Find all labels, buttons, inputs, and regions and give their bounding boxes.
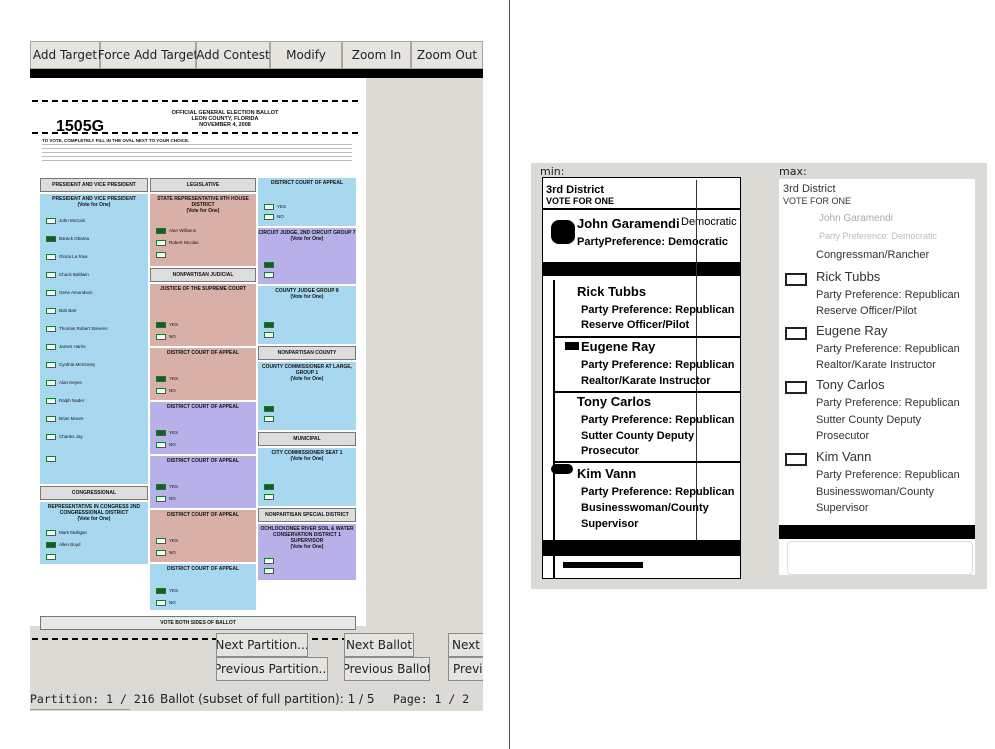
- president-vote-for: (Vote for One): [77, 202, 111, 208]
- no-option[interactable]: NO: [156, 388, 176, 394]
- candidate-row[interactable]: [264, 262, 277, 268]
- candidate-row[interactable]: [264, 416, 277, 422]
- candidate-row[interactable]: Mark Mulligan: [46, 530, 87, 536]
- candidate-row[interactable]: [46, 554, 59, 560]
- yes-option[interactable]: YES: [156, 430, 178, 436]
- no-option[interactable]: NO: [156, 600, 176, 606]
- vote-target: [785, 273, 807, 286]
- circuit-judge-contest: CIRCUIT JUDGE, 2ND CIRCUIT GROUP 7 (Vote…: [258, 228, 356, 284]
- candidate-row[interactable]: James Harris: [46, 344, 86, 350]
- no-option[interactable]: NO: [264, 214, 284, 220]
- candidate-row[interactable]: [264, 558, 277, 564]
- min-image: 3rd District VOTE FOR ONE John Garamendi…: [542, 177, 741, 579]
- candidate-row[interactable]: Chuck Baldwin: [46, 272, 89, 278]
- nonpartisan-county-header: NONPARTISAN COUNTY: [258, 346, 356, 360]
- vote-target: [785, 453, 807, 466]
- max-image: 3rd District VOTE FOR ONE John Garamendi…: [779, 179, 975, 575]
- candidate-row[interactable]: [156, 252, 169, 258]
- candidate-row[interactable]: Allen Boyd: [46, 542, 81, 548]
- ballot-instruction: TO VOTE, COMPLETELY FILL IN THE OVAL NEX…: [42, 138, 190, 143]
- max-label: max:: [779, 165, 807, 178]
- ballot-top-bar: [30, 69, 483, 78]
- yes-option[interactable]: YES: [156, 322, 178, 328]
- dca-contest-5: DISTRICT COURT OF APPEAL YES NO: [150, 564, 256, 610]
- dca-contest-2: DISTRICT COURT OF APPEAL YES NO: [150, 402, 256, 454]
- zoom-out-button[interactable]: Zoom Out: [411, 41, 483, 69]
- add-target-button[interactable]: Add Target: [30, 41, 100, 69]
- yes-option[interactable]: YES: [264, 204, 286, 210]
- col1-header: PRESIDENT AND VICE PRESIDENT: [40, 178, 148, 192]
- president-contest: PRESIDENT AND VICE PRESIDENT (Vote for O…: [40, 194, 148, 484]
- add-contest-button[interactable]: Add Contest: [196, 41, 270, 69]
- candidate-row[interactable]: Brian Moore: [46, 416, 84, 422]
- status-divider: [30, 709, 130, 710]
- no-option[interactable]: NO: [156, 442, 176, 448]
- candidate-row[interactable]: Robert Nicolas: [156, 240, 199, 246]
- candidate-row[interactable]: [264, 494, 277, 500]
- candidate-row[interactable]: Thomas Robert Stevens: [46, 326, 108, 332]
- min-max-compare-panel: min: max: 3rd District VOTE FOR ONE John…: [531, 163, 987, 589]
- modify-button[interactable]: Modify: [270, 41, 342, 69]
- candidate-row[interactable]: Ralph Nader: [46, 398, 84, 404]
- county-commissioner-contest: COUNTY COMMISSIONER AT LARGE, GROUP 1 (V…: [258, 362, 356, 430]
- candidate-row[interactable]: Gloria La Riva: [46, 254, 88, 260]
- dca-contest-4: DISTRICT COURT OF APPEAL YES NO: [150, 510, 256, 562]
- justice-contest: JUSTICE OF THE SUPREME COURT YES NO: [150, 284, 256, 346]
- nonpartisan-judicial-header: NONPARTISAN JUDICIAL: [150, 268, 256, 282]
- ballot-image[interactable]: 1505G OFFICIAL GENERAL ELECTION BALLOT L…: [30, 78, 366, 640]
- ballot-status: Ballot (subset of full partition): 1 / 5: [160, 692, 375, 706]
- pane-divider: [509, 0, 510, 749]
- no-option[interactable]: NO: [156, 334, 176, 340]
- previous-partition-button[interactable]: Previous Partition...: [216, 657, 328, 681]
- toolbar: Add Target Force Add Target Add Contest …: [30, 41, 483, 69]
- candidate-row[interactable]: [264, 568, 277, 574]
- partition-status: Partition: 1 / 216: [30, 692, 155, 706]
- soil-water-contest: OCHLOCKONEE RIVER SOIL & WATER CONSERVAT…: [258, 524, 356, 580]
- yes-option[interactable]: YES: [156, 588, 178, 594]
- candidate-row[interactable]: [264, 322, 277, 328]
- yes-option[interactable]: YES: [156, 376, 178, 382]
- candidate-row[interactable]: Barack Obama: [46, 236, 89, 242]
- next-partition-button[interactable]: Next Partition...: [216, 633, 308, 657]
- candidate-row[interactable]: [264, 272, 277, 278]
- candidate-row[interactable]: [264, 406, 277, 412]
- ballot-footer: VOTE BOTH SIDES OF BALLOT: [40, 616, 356, 630]
- previous-ballot-button[interactable]: Previous Ballot: [344, 657, 430, 681]
- dca-contest-1: DISTRICT COURT OF APPEAL YES NO: [150, 348, 256, 400]
- zoom-in-button[interactable]: Zoom In: [342, 41, 411, 69]
- vote-target: [785, 381, 807, 394]
- candidate-row[interactable]: [46, 456, 59, 462]
- dca-col3-contest: DISTRICT COURT OF APPEAL YES NO: [258, 178, 356, 226]
- ballot-editor-panel: Add Target Force Add Target Add Contest …: [30, 41, 483, 711]
- county-judge-contest: COUNTY JUDGE GROUP 8 (Vote for One): [258, 286, 356, 344]
- ballot-header-line3: NOVEMBER 4, 2008: [199, 122, 251, 128]
- candidate-row[interactable]: [264, 332, 277, 338]
- col2-header: LEGISLATIVE: [150, 178, 256, 192]
- special-district-header: NONPARTISAN SPECIAL DISTRICT: [258, 508, 356, 522]
- previous-button[interactable]: Previo: [448, 657, 483, 681]
- congressional-header: CONGRESSIONAL: [40, 486, 148, 500]
- congress-contest: REPRESENTATIVE IN CONGRESS 2ND CONGRESSI…: [40, 502, 148, 564]
- candidate-row[interactable]: Cynthia McKinney: [46, 362, 95, 368]
- state-rep-contest: STATE REPRESENTATIVE 8TH HOUSE DISTRICT …: [150, 194, 256, 266]
- dca-contest-3: DISTRICT COURT OF APPEAL YES NO: [150, 456, 256, 508]
- municipal-header: MUNICIPAL: [258, 432, 356, 446]
- candidate-row[interactable]: Alan Keyes: [46, 380, 82, 386]
- candidate-row[interactable]: John McCain: [46, 218, 85, 224]
- vote-target: [785, 327, 807, 340]
- next-button[interactable]: Next: [448, 633, 483, 657]
- candidate-row[interactable]: Bob Barr: [46, 308, 77, 314]
- force-add-target-button[interactable]: Force Add Target: [98, 41, 198, 69]
- candidate-row[interactable]: Alan Williams: [156, 228, 196, 234]
- yes-option[interactable]: YES: [156, 538, 178, 544]
- no-option[interactable]: NO: [156, 550, 176, 556]
- next-ballot-button[interactable]: Next Ballot: [344, 633, 414, 657]
- candidate-row[interactable]: [264, 484, 277, 490]
- page-status: Page: 1 / 2: [393, 692, 470, 706]
- no-option[interactable]: NO: [156, 496, 176, 502]
- candidate-row[interactable]: Gene Amondson: [46, 290, 93, 296]
- yes-option[interactable]: YES: [156, 484, 178, 490]
- city-commissioner-contest: CITY COMMISSIONER SEAT 1 (Vote for One): [258, 448, 356, 506]
- candidate-row[interactable]: Charles Jay: [46, 434, 83, 440]
